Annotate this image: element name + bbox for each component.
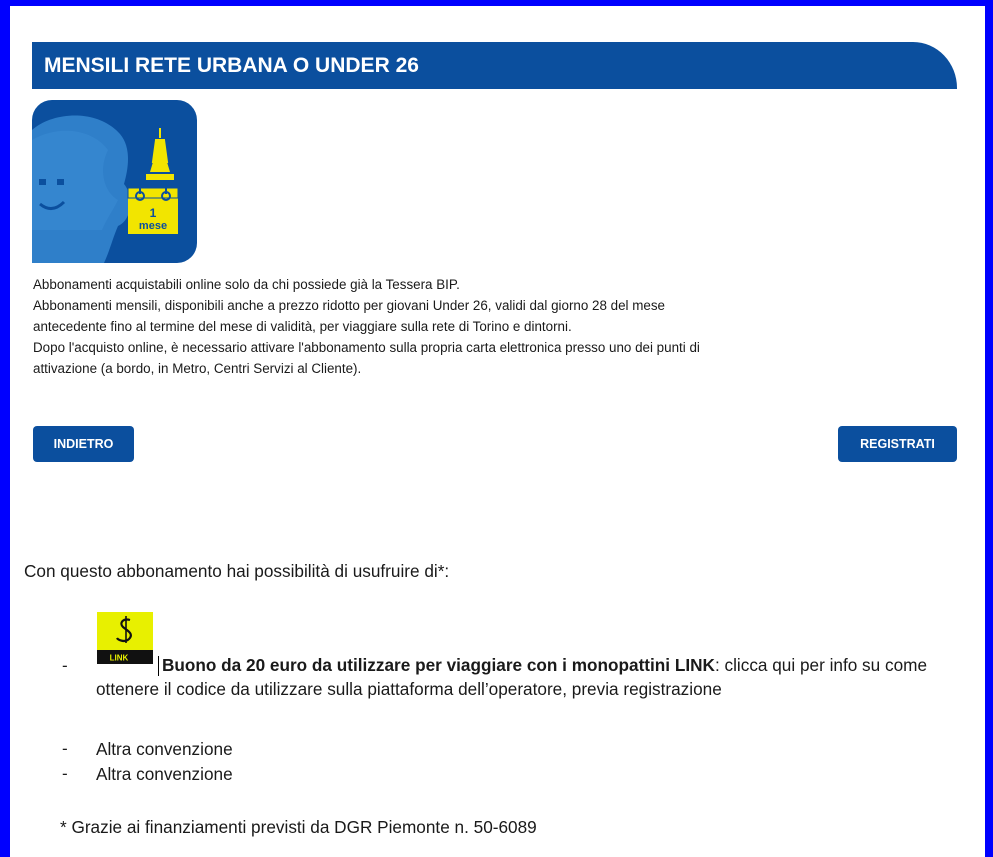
bullet-dash: - xyxy=(62,764,68,783)
description: Abbonamenti acquistabili online solo da … xyxy=(33,274,933,379)
benefit-item-link[interactable]: Buono da 20 euro da utilizzare per viagg… xyxy=(96,653,966,701)
bullet-dash: - xyxy=(62,656,68,675)
back-button[interactable]: INDIETRO xyxy=(33,426,134,462)
description-line: Abbonamenti mensili, disponibili anche a… xyxy=(33,298,665,313)
benefit-item-link-bold[interactable]: Buono da 20 euro da utilizzare per viagg… xyxy=(162,655,715,675)
benefit-item: Altra convenzione xyxy=(96,739,233,759)
description-line: antecedente fino al termine del mese di … xyxy=(33,319,572,334)
benefits-intro: Con questo abbonamento hai possibilità d… xyxy=(24,561,450,581)
calendar-number: 1 xyxy=(150,206,157,220)
benefit-item: Altra convenzione xyxy=(96,764,233,784)
bullet-dash: - xyxy=(62,739,68,758)
description-line: attivazione (a bordo, in Metro, Centri S… xyxy=(33,361,362,376)
section-title: MENSILI RETE URBANA O UNDER 26 xyxy=(44,53,419,77)
monthly-pass-icon: 1 mese xyxy=(32,100,197,263)
footnote: * Grazie ai finanziamenti previsti da DG… xyxy=(60,817,537,837)
section-header: MENSILI RETE URBANA O UNDER 26 xyxy=(32,42,957,89)
description-line: Dopo l'acquisto online, è necessario att… xyxy=(33,340,700,355)
calendar-word: mese xyxy=(139,220,167,232)
description-line: Abbonamenti acquistabili online solo da … xyxy=(33,277,460,292)
register-button[interactable]: REGISTRATI xyxy=(838,426,957,462)
